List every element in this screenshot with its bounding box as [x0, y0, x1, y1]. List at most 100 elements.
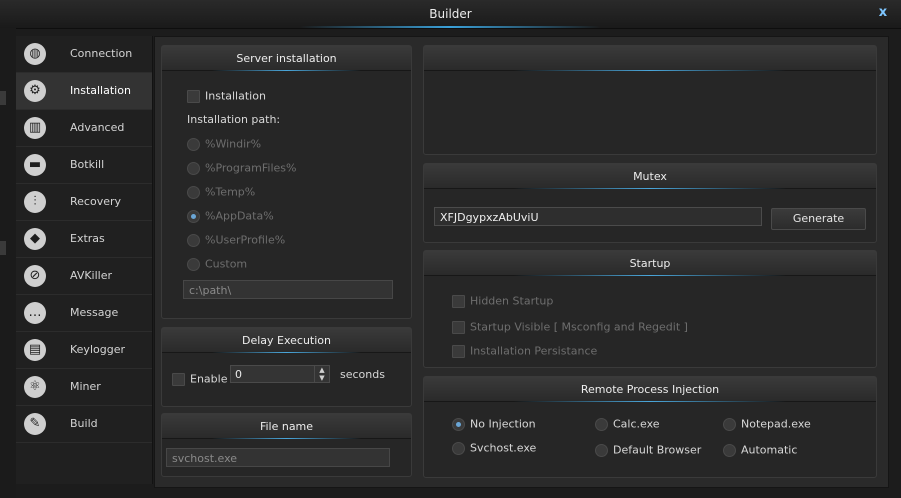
sidebar-item-extras[interactable]: ◆ Extras	[16, 221, 152, 258]
checkbox-box[interactable]	[172, 372, 185, 386]
radio-button-selected[interactable]	[187, 209, 200, 223]
radio-label: %Temp%	[205, 185, 256, 199]
block-icon: ⊘	[24, 265, 46, 287]
checkbox-label: Hidden Startup	[470, 294, 554, 308]
delay-seconds-stepper[interactable]: 0 ▲ ▼	[230, 365, 330, 383]
delay-execution-panel: Delay Execution Enable 0 ▲ ▼ seconds	[161, 327, 412, 407]
stepper-down-icon[interactable]: ▼	[315, 374, 329, 382]
panel-title: Remote Process Injection	[580, 383, 720, 396]
info-panel	[423, 45, 877, 155]
installation-checkbox[interactable]: Installation	[187, 89, 266, 103]
sidebar-item-label: Extras	[70, 232, 105, 245]
file-name-panel: File name svchost.exe	[161, 413, 412, 477]
gear-icon: ⚙	[24, 80, 46, 102]
panel-title: Startup	[629, 257, 671, 270]
keyboard-icon: ▤	[24, 339, 46, 361]
sidebar-item-avkiller[interactable]: ⊘ AVKiller	[16, 258, 152, 295]
panel-glow	[211, 352, 362, 353]
sidebar-item-build[interactable]: ✎ Build	[16, 406, 152, 443]
panel-header	[424, 46, 876, 71]
radio-button[interactable]	[595, 443, 608, 457]
panel-glow	[211, 70, 362, 71]
mutex-input[interactable]: XFJDgypxzAbUviU	[434, 207, 762, 226]
radio-temp[interactable]: %Temp%	[187, 185, 255, 199]
sidebar-item-botkill[interactable]: ▬ Botkill	[16, 147, 152, 184]
radio-button[interactable]	[723, 443, 736, 457]
radio-notepad[interactable]: Notepad.exe	[723, 417, 811, 431]
radio-calc[interactable]: Calc.exe	[595, 417, 660, 431]
checkbox-label: Enable	[190, 372, 228, 386]
builder-window: Builder x ◍ Connection ⚙ Installation ▥ …	[0, 0, 901, 498]
radio-label: %Windir%	[205, 137, 262, 151]
hidden-startup-checkbox[interactable]: Hidden Startup	[452, 294, 553, 308]
layers-icon: ◆	[24, 228, 46, 250]
sidebar: ◍ Connection ⚙ Installation ▥ Advanced ▬…	[16, 36, 153, 484]
edit-icon: ✎	[24, 413, 46, 435]
file-name-input[interactable]: svchost.exe	[166, 448, 390, 467]
installation-path-label: Installation path:	[187, 113, 281, 126]
stepper-up-icon[interactable]: ▲	[315, 366, 329, 374]
map-icon: ▥	[24, 117, 46, 139]
checkbox-box[interactable]	[452, 344, 465, 358]
checkbox-box[interactable]	[452, 294, 465, 308]
radio-svchost[interactable]: Svchost.exe	[452, 441, 536, 455]
sidebar-item-advanced[interactable]: ▥ Advanced	[16, 110, 152, 147]
sidebar-item-label: Connection	[70, 47, 133, 60]
radio-default-browser[interactable]: Default Browser	[595, 443, 701, 457]
radio-userprofile[interactable]: %UserProfile%	[187, 233, 285, 247]
panel-header: Delay Execution	[162, 328, 411, 353]
radio-windir[interactable]: %Windir%	[187, 137, 261, 151]
radio-custom[interactable]: Custom	[187, 257, 247, 271]
radio-label: Svchost.exe	[470, 441, 537, 455]
sidebar-item-recovery[interactable]: ⫶ Recovery	[16, 184, 152, 221]
checkbox-box[interactable]	[452, 320, 465, 334]
radio-label: No Injection	[470, 417, 536, 431]
installation-persistance-checkbox[interactable]: Installation Persistance	[452, 344, 597, 358]
panel-header: Startup	[424, 251, 876, 276]
radio-button[interactable]	[723, 417, 736, 431]
radio-button[interactable]	[452, 441, 465, 455]
radio-button[interactable]	[187, 137, 200, 151]
checkbox-label: Installation Persistance	[470, 344, 598, 358]
radio-button[interactable]	[187, 185, 200, 199]
sidebar-item-keylogger[interactable]: ▤ Keylogger	[16, 332, 152, 369]
checkbox-box[interactable]	[187, 89, 200, 103]
panel-header: Mutex	[424, 164, 876, 189]
radio-button[interactable]	[187, 257, 200, 271]
stepper-value: 0	[235, 368, 242, 381]
generate-button[interactable]: Generate	[771, 208, 866, 230]
radio-appdata[interactable]: %AppData%	[187, 209, 274, 223]
radio-label: %ProgramFiles%	[205, 161, 297, 175]
custom-path-input[interactable]: c:\path\	[183, 280, 393, 299]
startup-panel: Startup Hidden Startup Startup Visible […	[423, 250, 877, 368]
panel-header: Server installation	[162, 46, 411, 71]
title-bar[interactable]: Builder x	[0, 0, 901, 29]
radio-button[interactable]	[595, 417, 608, 431]
startup-visible-checkbox[interactable]: Startup Visible [ Msconfig and Regedit ]	[452, 320, 688, 334]
close-button[interactable]: x	[875, 5, 891, 21]
checkbox-label: Startup Visible [ Msconfig and Regedit ]	[470, 320, 688, 334]
minus-circle-icon: ▬	[24, 154, 46, 176]
radio-button-selected[interactable]	[452, 417, 465, 431]
panel-glow	[514, 275, 786, 276]
radio-programfiles[interactable]: %ProgramFiles%	[187, 161, 296, 175]
radio-automatic[interactable]: Automatic	[723, 443, 797, 457]
mutex-panel: Mutex XFJDgypxzAbUviU Generate	[423, 163, 877, 243]
edge-notch	[0, 241, 6, 255]
content-area: Server installation Installation Install…	[154, 36, 889, 488]
sidebar-item-installation[interactable]: ⚙ Installation	[16, 73, 152, 110]
delay-enable-checkbox[interactable]: Enable	[172, 372, 227, 386]
radio-label: Automatic	[741, 443, 798, 457]
sidebar-item-label: Message	[70, 306, 119, 319]
stepper-arrows: ▲ ▼	[314, 366, 329, 382]
panel-glow	[514, 401, 786, 402]
sidebar-item-message[interactable]: … Message	[16, 295, 152, 332]
radio-no-injection[interactable]: No Injection	[452, 417, 536, 431]
sidebar-item-label: Recovery	[70, 195, 122, 208]
sidebar-item-label: Miner	[70, 380, 101, 393]
panel-title: Server installation	[236, 52, 337, 65]
sidebar-item-miner[interactable]: ⚛ Miner	[16, 369, 152, 406]
sidebar-item-connection[interactable]: ◍ Connection	[16, 36, 152, 73]
radio-button[interactable]	[187, 233, 200, 247]
radio-button[interactable]	[187, 161, 200, 175]
